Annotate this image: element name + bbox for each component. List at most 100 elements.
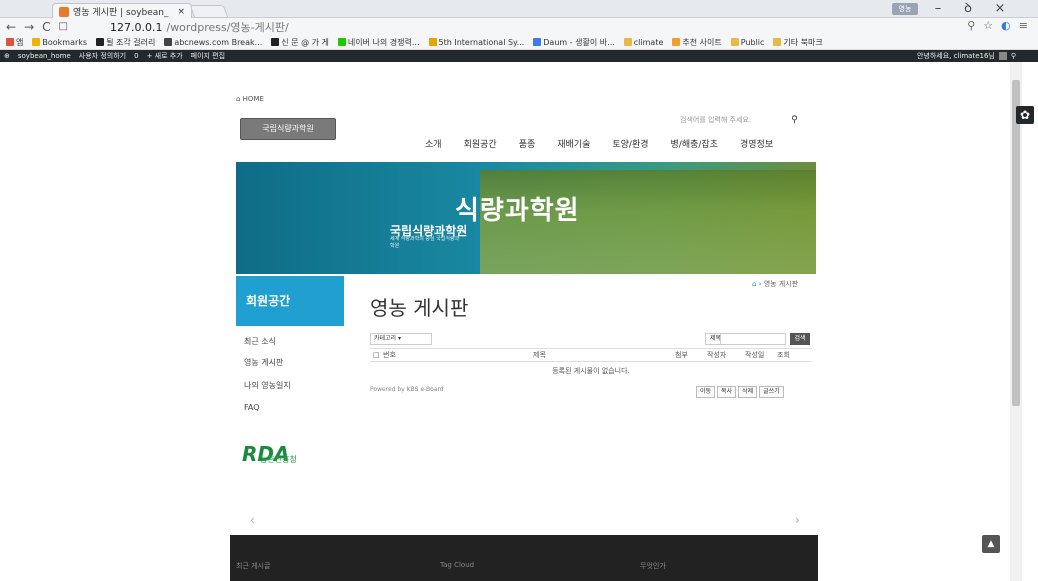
page-breadcrumb-current: 영농 게시판 xyxy=(763,280,799,288)
bookmark-item[interactable]: Daum - 생활이 바... xyxy=(533,37,615,48)
move-button[interactable]: 이동 xyxy=(696,386,716,398)
main-menu: 소개 회원공간 품종 재배기술 토양/환경 병/해충/잡초 경영정보 xyxy=(425,137,773,150)
scroll-top-button[interactable]: ▲ xyxy=(982,535,1000,553)
scrollbar-thumb[interactable] xyxy=(1012,80,1020,406)
menu-item[interactable]: 경영정보 xyxy=(740,137,773,150)
extension-icon[interactable]: ◐ xyxy=(1001,19,1011,32)
new-tab-button[interactable] xyxy=(189,5,229,18)
bookmark-icon xyxy=(623,38,632,46)
board-actions: 이동 복사 삭제 글쓰기 xyxy=(696,386,784,398)
back-icon[interactable]: ← xyxy=(6,20,16,34)
bookmark-label: 기타 북마크 xyxy=(783,37,823,47)
bookmarks-bar: 앱 Bookmarks 될 조각 걸러리 abcnews.com Break... 신 … xyxy=(0,35,1038,50)
bookmark-item[interactable]: Bookmarks xyxy=(32,38,87,47)
close-window-button[interactable]: × xyxy=(990,2,1010,16)
admin-comments-count[interactable]: 0 xyxy=(134,52,138,60)
menu-item[interactable]: 품종 xyxy=(519,137,536,150)
bookmark-item[interactable]: Public xyxy=(730,37,765,47)
banner-caption: 세계 식량과학의 중심 국립식량과학원 xyxy=(390,236,460,249)
sidebar-item-news[interactable]: 최근 소식 xyxy=(244,336,276,347)
menu-item[interactable]: 회원공간 xyxy=(464,137,497,150)
bookmark-label: 신 문 @ 가 게 xyxy=(281,37,329,47)
col-views: 조회 xyxy=(777,351,790,359)
bookmark-item[interactable]: 신 문 @ 가 게 xyxy=(271,37,329,48)
bookmark-item[interactable]: 앱 xyxy=(6,37,23,48)
bookmark-item[interactable]: 5th International Sy... xyxy=(428,37,525,47)
copy-button[interactable]: 복사 xyxy=(717,386,737,398)
search-button[interactable]: 검색 xyxy=(790,333,810,345)
footer-tags: Tag Cloud xyxy=(440,561,475,569)
bookmark-item[interactable]: climate xyxy=(623,38,663,47)
bookmark-icon xyxy=(32,38,41,46)
bookmark-label: 5th International Sy... xyxy=(438,37,525,47)
url-path: /wordpress/영농-게시판/ xyxy=(166,21,289,34)
bookmark-label: Public xyxy=(740,37,765,47)
bookmark-icon xyxy=(271,38,280,46)
prev-arrow-icon[interactable]: ‹ xyxy=(250,513,255,527)
rda-name: 농촌진흥청 xyxy=(260,455,297,464)
sidebar-item-diary[interactable]: 나의 영농일지 xyxy=(244,380,291,391)
browser-tab[interactable]: 영농 게시판 | soybean_ × xyxy=(52,3,192,19)
bookmark-icon xyxy=(164,38,173,46)
wp-logo-icon[interactable]: ⊕ xyxy=(4,52,10,60)
site-search[interactable]: 검색어를 입력해 주세요. ⚲ xyxy=(680,115,798,125)
sidebar-item-faq[interactable]: FAQ xyxy=(244,403,260,412)
bookmark-icon xyxy=(96,38,105,46)
breadcrumb[interactable]: ⌂ HOME xyxy=(236,95,264,103)
select-all-checkbox[interactable]: □ xyxy=(373,351,383,359)
breadcrumb-home[interactable]: HOME xyxy=(243,95,264,103)
bookmark-item[interactable]: 될 조각 걸러리 xyxy=(96,37,155,48)
bookmark-icon xyxy=(428,38,437,46)
bookmark-item[interactable]: abcnews.com Break... xyxy=(164,38,262,47)
avatar xyxy=(998,52,1007,60)
address-bar[interactable]: 127.0.0.1/wordpress/영농-게시판/ xyxy=(110,19,289,35)
sidebar-item-board[interactable]: 영농 게시판 xyxy=(244,357,283,368)
tab-close-icon[interactable]: × xyxy=(177,7,185,17)
admin-new-link[interactable]: + 새로 추가 xyxy=(147,51,183,61)
site-logo[interactable]: 국립식량과학원 xyxy=(240,118,336,140)
menu-item[interactable]: 병/해충/잡초 xyxy=(671,137,718,150)
search-input[interactable]: 검색어를 입력해 주세요. xyxy=(680,115,751,125)
bookmark-icon xyxy=(773,38,782,46)
bookmark-item[interactable]: 기타 북마크 xyxy=(773,37,823,48)
write-button[interactable]: 글쓰기 xyxy=(759,386,784,398)
gear-icon[interactable]: ✿ xyxy=(1016,106,1034,124)
zoom-icon[interactable]: ⚲ xyxy=(967,19,975,32)
menu-item[interactable]: 소개 xyxy=(425,137,442,150)
footer-other: 무엇인가 xyxy=(640,562,666,570)
wp-admin-bar: ⊕ soybean_home 사용자 정의하기 0 + 새로 추가 페이지 편집 xyxy=(0,50,1038,62)
menu-icon[interactable]: ≡ xyxy=(1019,19,1028,32)
board-table-header: □ 번호 제목 첨부 작성자 작성일 조회 xyxy=(370,348,812,362)
bookmark-icon xyxy=(672,38,681,46)
admin-edit-page-link[interactable]: 페이지 편집 xyxy=(191,51,225,61)
admin-customize-link[interactable]: 사용자 정의하기 xyxy=(79,51,126,61)
bookmark-label: 앱 xyxy=(16,37,24,47)
home-icon[interactable]: ⌂ xyxy=(752,280,756,288)
bookmark-label: abcnews.com Break... xyxy=(174,37,263,47)
page-breadcrumb: ⌂ › 영농 게시판 xyxy=(752,280,799,288)
search-icon[interactable]: ⚲ xyxy=(791,115,798,125)
powered-by[interactable]: Powered by KBS e-Board xyxy=(370,386,444,393)
maximize-button[interactable]: ꝺ xyxy=(958,2,978,16)
delete-button[interactable]: 삭제 xyxy=(738,386,758,398)
category-select[interactable]: 카테고리 ▾ xyxy=(370,333,432,345)
minimize-button[interactable]: – xyxy=(928,2,948,16)
keyword-input[interactable] xyxy=(720,333,786,345)
admin-account[interactable]: 안녕하세요, climate16님 ⚲ xyxy=(917,51,1016,61)
admin-search-icon[interactable]: ⚲ xyxy=(1011,52,1016,60)
profile-button[interactable]: 영농 xyxy=(892,3,918,15)
bookmark-label: 네이버 나의 경쟁력... xyxy=(347,37,420,47)
col-attach: 첨부 xyxy=(675,351,688,359)
menu-item[interactable]: 재배기술 xyxy=(557,137,590,150)
menu-item[interactable]: 토양/환경 xyxy=(612,137,648,150)
admin-site-link[interactable]: soybean_home xyxy=(18,52,71,60)
reload-icon[interactable]: C xyxy=(42,20,50,34)
next-arrow-icon[interactable]: › xyxy=(795,513,800,527)
favicon-icon xyxy=(59,6,69,17)
star-icon[interactable]: ☆ xyxy=(983,19,993,32)
forward-icon[interactable]: → xyxy=(24,20,34,34)
bookmark-item[interactable]: 추천 사이트 xyxy=(672,37,722,48)
empty-message: 등록된 게시물이 없습니다. xyxy=(552,367,630,375)
bookmark-item[interactable]: 네이버 나의 경쟁력... xyxy=(337,37,420,48)
toolbar-right-icons: ⚲ ☆ ◐ ≡ xyxy=(967,19,1028,32)
